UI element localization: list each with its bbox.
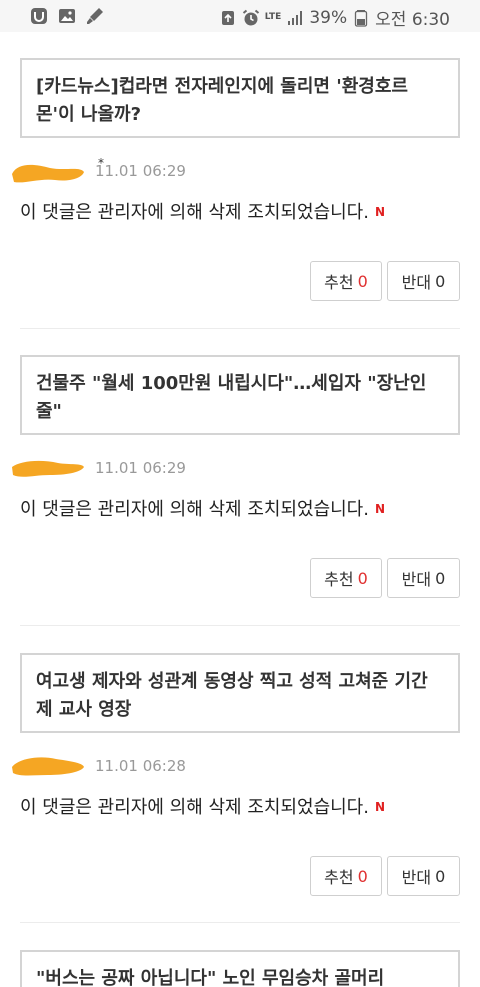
recommend-button[interactable]: 추천 0 bbox=[310, 558, 382, 598]
oppose-count: 0 bbox=[435, 568, 446, 588]
deleted-message: 이 댓글은 관리자에 의해 삭제 조치되었습니다. bbox=[20, 499, 369, 520]
clock: 오전 6:30 bbox=[375, 10, 450, 30]
recommend-label: 추천 bbox=[324, 273, 354, 292]
article-title-box[interactable]: [카드뉴스]컵라면 전자레인지에 돌리면 '환경호르몬'이 나올까? bbox=[20, 58, 460, 138]
divider bbox=[20, 922, 460, 923]
oppose-button[interactable]: 반대 0 bbox=[387, 856, 460, 896]
new-badge: N bbox=[374, 800, 386, 814]
article-title-box[interactable]: "버스는 공짜 아닙니다" 노인 무임승차 골머리 bbox=[20, 950, 460, 987]
oppose-count: 0 bbox=[435, 866, 446, 886]
redacted-username bbox=[12, 460, 84, 477]
recommend-button[interactable]: 추천 0 bbox=[310, 261, 382, 301]
gallery-icon bbox=[59, 9, 75, 23]
deleted-message: 이 댓글은 관리자에 의해 삭제 조치되었습니다. bbox=[20, 202, 369, 223]
comment-date: 11.01 06:29 bbox=[95, 459, 186, 477]
recommend-label: 추천 bbox=[324, 868, 354, 887]
system-status: LTE 39% 오전 6:30 bbox=[219, 5, 450, 30]
signal-icon bbox=[288, 10, 303, 25]
oppose-button[interactable]: 반대 0 bbox=[387, 558, 460, 598]
oppose-label: 반대 bbox=[401, 570, 432, 589]
oppose-label: 반대 bbox=[401, 868, 432, 887]
redacted-username bbox=[12, 757, 84, 776]
alarm-icon bbox=[242, 9, 259, 25]
app-notification-icon bbox=[31, 8, 47, 24]
divider bbox=[20, 625, 460, 626]
notification-icons bbox=[30, 7, 104, 25]
deleted-message: 이 댓글은 관리자에 의해 삭제 조치되었습니다. bbox=[20, 797, 369, 818]
comment-text: 이 댓글은 관리자에 의해 삭제 조치되었습니다. N bbox=[20, 198, 460, 227]
recommend-button[interactable]: 추천 0 bbox=[310, 856, 382, 896]
comment-meta: 11.01 06:28 bbox=[12, 753, 460, 783]
data-saver-icon bbox=[221, 10, 234, 25]
comment-meta: * 11.01 06:29 bbox=[12, 156, 460, 188]
comment-date: 11.01 06:29 bbox=[95, 162, 186, 180]
brush-icon bbox=[87, 8, 103, 24]
recommend-count: 0 bbox=[357, 568, 368, 588]
oppose-count: 0 bbox=[435, 271, 446, 291]
recommend-label: 추천 bbox=[324, 570, 354, 589]
redacted-username bbox=[12, 164, 84, 183]
new-badge: N bbox=[374, 205, 386, 219]
recommend-count: 0 bbox=[357, 271, 368, 291]
divider bbox=[20, 328, 460, 329]
comment-text: 이 댓글은 관리자에 의해 삭제 조치되었습니다. N bbox=[20, 793, 460, 822]
oppose-label: 반대 bbox=[401, 273, 432, 292]
article-title-box[interactable]: 여고생 제자와 성관계 동영상 찍고 성적 고쳐준 기간제 교사 영장 bbox=[20, 653, 460, 733]
article-title-box[interactable]: 건물주 "월세 100만원 내립시다"…세입자 "장난인줄" bbox=[20, 355, 460, 435]
comment-date: 11.01 06:28 bbox=[95, 757, 186, 775]
battery-percent: 39% bbox=[309, 7, 348, 28]
comment-meta: 11.01 06:29 bbox=[12, 455, 460, 485]
new-badge: N bbox=[374, 502, 386, 516]
recommend-count: 0 bbox=[357, 866, 368, 886]
oppose-button[interactable]: 반대 0 bbox=[387, 261, 460, 301]
comment-text: 이 댓글은 관리자에 의해 삭제 조치되었습니다. N bbox=[20, 495, 460, 524]
status-bar: LTE 39% 오전 6:30 bbox=[0, 0, 480, 32]
battery-icon bbox=[354, 9, 368, 27]
network-type: LTE bbox=[264, 12, 282, 22]
